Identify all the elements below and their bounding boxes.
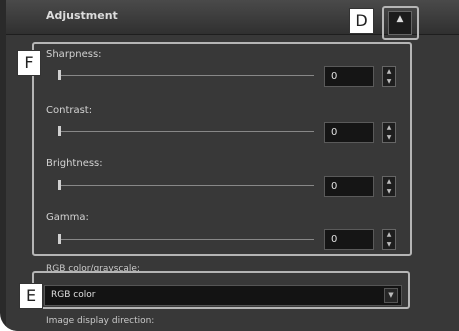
callout-f: F bbox=[17, 50, 41, 76]
callout-d: D bbox=[349, 8, 374, 34]
highlight-f bbox=[32, 42, 412, 256]
panel-title: Adjustment bbox=[46, 9, 118, 22]
highlight-e bbox=[32, 271, 410, 309]
display-direction-label: Image display direction: bbox=[46, 316, 155, 326]
callout-e: E bbox=[19, 283, 43, 309]
highlight-d bbox=[382, 6, 419, 40]
